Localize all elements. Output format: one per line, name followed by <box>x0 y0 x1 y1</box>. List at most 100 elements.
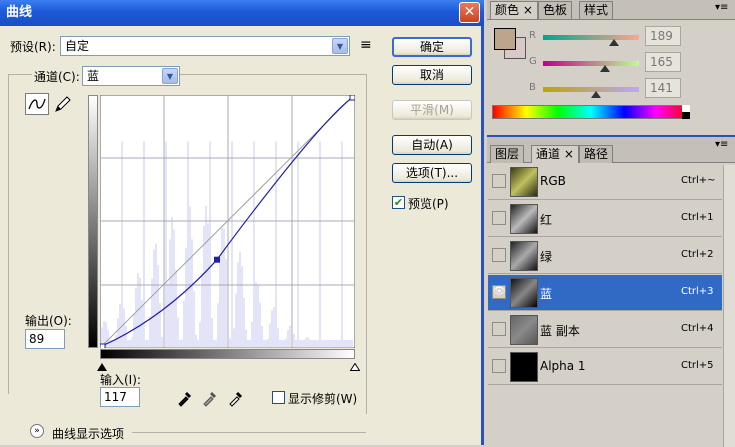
preset-menu-icon[interactable]: ≡ <box>360 37 372 53</box>
color-channel-label: G <box>529 56 537 67</box>
visibility-toggle[interactable] <box>492 211 506 225</box>
channel-name: RGB <box>540 174 566 188</box>
color-value-field[interactable]: 165 <box>645 52 681 72</box>
tab-color[interactable]: 颜色 × <box>490 1 538 19</box>
smooth-button[interactable]: 平滑(M) <box>392 100 472 120</box>
color-channel-label: R <box>529 30 536 41</box>
eye-icon[interactable]: 👁 <box>492 285 506 299</box>
channel-shortcut: Ctrl+1 <box>681 212 714 223</box>
channel-row[interactable]: Alpha 1 Ctrl+5 <box>488 349 722 385</box>
eyedropper-gray-icon <box>203 391 217 407</box>
preset-label: 预设(R): <box>10 40 56 54</box>
tab-layers[interactable]: 图层 <box>490 145 525 163</box>
color-panel: 颜色 × 色板 样式 ▾≡ R 189 G 165 B 141 <box>487 0 735 135</box>
triangle-up-icon <box>349 362 361 371</box>
eyedropper-black-icon <box>178 391 192 407</box>
color-slider-track[interactable] <box>543 61 639 66</box>
channel-shortcut: Ctrl+5 <box>681 360 714 371</box>
triangle-up-icon <box>97 363 107 371</box>
white-eyedropper[interactable] <box>227 389 245 410</box>
channel-shortcut: Ctrl+~ <box>681 175 716 186</box>
ok-button[interactable]: 确定 <box>392 37 472 57</box>
curve-display-options-label: 曲线显示选项 <box>52 427 125 441</box>
visibility-toggle[interactable] <box>492 174 506 188</box>
visibility-toggle[interactable] <box>492 322 506 336</box>
channel-thumbnail <box>510 204 538 234</box>
output-gradient-bar <box>88 95 98 348</box>
tab-channels[interactable]: 通道 × <box>531 145 579 163</box>
panel-menu-icon[interactable]: ▾≡ <box>715 139 728 150</box>
color-slider-thumb[interactable] <box>600 65 610 72</box>
cancel-button[interactable]: 取消 <box>392 65 472 85</box>
channel-thumbnail <box>510 167 538 197</box>
channel-shortcut: Ctrl+4 <box>681 323 714 334</box>
channel-name: 红 <box>540 213 553 227</box>
channel-value: 蓝 <box>87 69 100 83</box>
channel-name: 绿 <box>540 250 553 264</box>
channel-row[interactable]: 绿 Ctrl+2 <box>488 238 722 274</box>
channel-name: Alpha 1 <box>540 359 586 373</box>
options-button[interactable]: 选项(T)... <box>392 163 472 183</box>
close-icon[interactable]: × <box>564 147 574 161</box>
checkmark-icon: ✔ <box>393 196 404 209</box>
color-slider-thumb[interactable] <box>591 91 601 98</box>
pencil-tool[interactable] <box>52 94 72 114</box>
tab-styles[interactable]: 样式 <box>579 1 614 19</box>
channel-thumbnail <box>510 278 538 308</box>
preset-value: 自定 <box>65 39 90 53</box>
channel-label: 通道(C): <box>32 68 82 85</box>
panel-menu-icon[interactable]: ▾≡ <box>715 2 728 13</box>
visibility-toggle[interactable] <box>492 359 506 373</box>
show-clipping-label: 显示修剪(W) <box>288 392 358 406</box>
channel-row[interactable]: 红 Ctrl+1 <box>488 201 722 237</box>
color-spectrum-bar[interactable] <box>492 105 690 119</box>
curve-control-point[interactable] <box>214 256 220 263</box>
black-eyedropper[interactable] <box>176 389 194 410</box>
channel-name: 蓝 副本 <box>540 324 580 338</box>
channel-select[interactable]: 蓝 ▼ <box>82 66 180 86</box>
curve-point-tool[interactable] <box>25 93 49 115</box>
tab-swatches[interactable]: 色板 <box>538 1 573 19</box>
channel-thumbnail <box>510 241 538 271</box>
expand-chevron-icon[interactable]: » <box>30 424 44 438</box>
visibility-toggle[interactable] <box>492 248 506 262</box>
input-field[interactable]: 117 <box>100 387 140 407</box>
foreground-color-swatch[interactable] <box>494 28 516 50</box>
channel-shortcut: Ctrl+2 <box>681 249 714 260</box>
color-channel-label: B <box>529 82 536 93</box>
input-gradient-bar <box>100 349 355 359</box>
channel-row[interactable]: 蓝 副本 Ctrl+4 <box>488 312 722 348</box>
preview-checkbox[interactable]: ✔ <box>392 196 405 209</box>
output-field[interactable]: 89 <box>25 329 65 349</box>
pencil-icon <box>55 96 71 112</box>
preset-select[interactable]: 自定 ▼ <box>60 36 350 56</box>
channel-row[interactable]: RGB Ctrl+~ <box>488 164 722 200</box>
curve-endpoint-white[interactable] <box>349 95 355 101</box>
color-value-field[interactable]: 141 <box>645 78 681 98</box>
dialog-title: 曲线 <box>0 0 484 26</box>
channel-thumbnail <box>510 352 538 382</box>
auto-button[interactable]: 自动(A) <box>392 135 472 155</box>
gray-eyedropper[interactable] <box>201 389 219 410</box>
curve-tool-icon <box>28 98 46 110</box>
channel-row[interactable]: 👁 蓝 Ctrl+3 <box>488 275 722 311</box>
input-label: 输入(I): <box>100 373 141 387</box>
black-white-swatch[interactable] <box>682 105 690 119</box>
output-label: 输出(O): <box>25 314 72 328</box>
color-slider-track[interactable] <box>543 35 639 40</box>
show-clipping-checkbox[interactable] <box>272 391 285 404</box>
close-button[interactable]: ✕ <box>459 2 480 23</box>
tab-paths[interactable]: 路径 <box>579 145 614 163</box>
curve-graph[interactable] <box>100 95 355 348</box>
color-value-field[interactable]: 189 <box>645 26 681 46</box>
channel-name: 蓝 <box>540 287 553 301</box>
chevron-down-icon: ▼ <box>332 38 348 54</box>
channels-scrollbar[interactable] <box>723 165 735 447</box>
eyedropper-white-icon <box>229 391 243 407</box>
curve-endpoint-black[interactable] <box>100 343 106 348</box>
close-icon[interactable]: × <box>523 3 533 17</box>
chevron-down-icon: ▼ <box>162 68 178 84</box>
white-point-slider[interactable] <box>349 360 361 374</box>
channel-shortcut: Ctrl+3 <box>681 286 714 297</box>
color-slider-thumb[interactable] <box>609 39 619 46</box>
